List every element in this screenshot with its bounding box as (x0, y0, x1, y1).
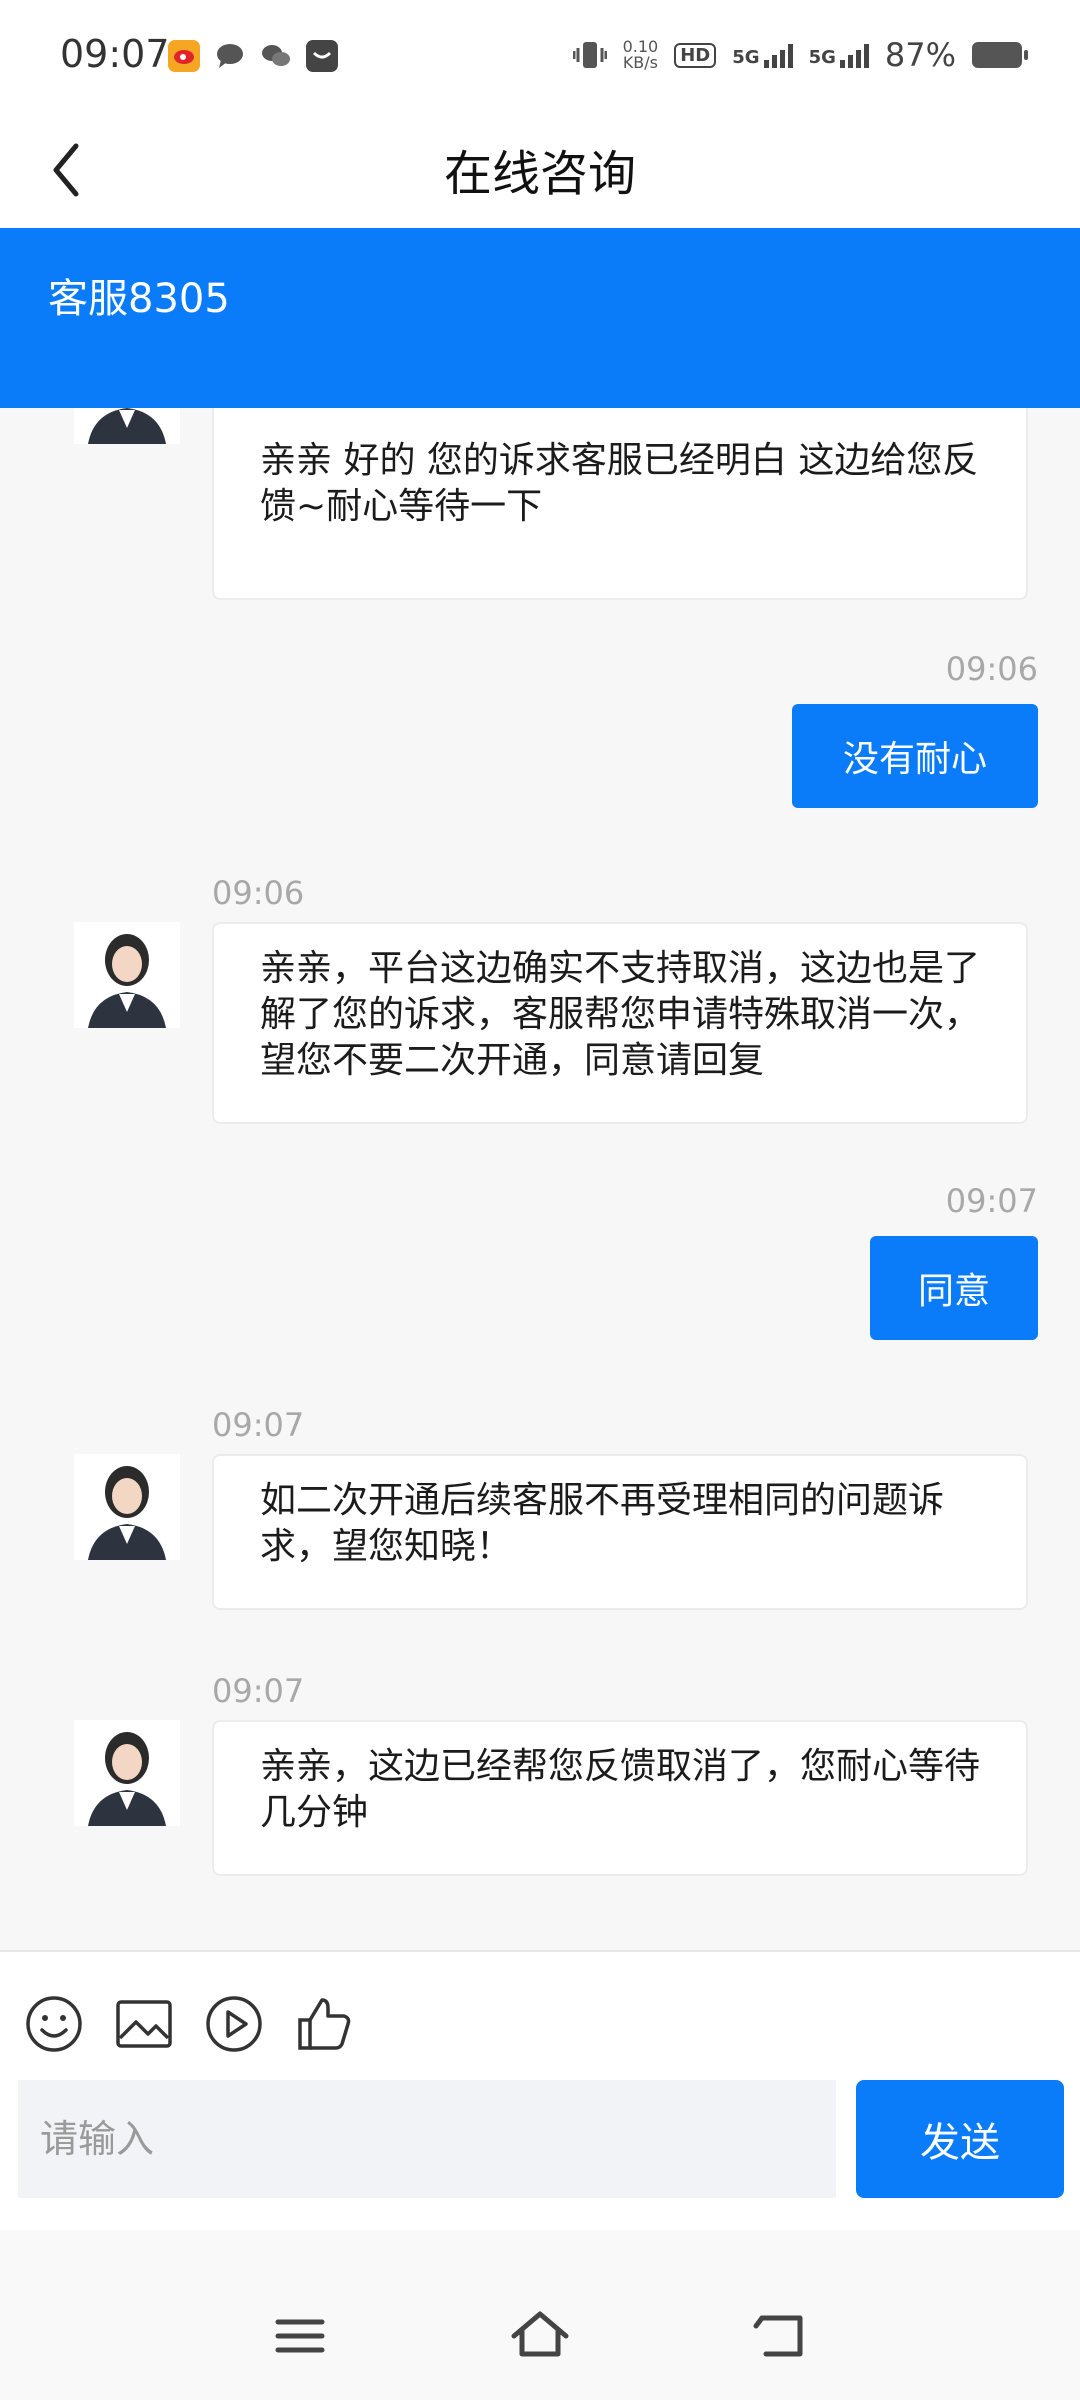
signal-sim2: 5G (809, 42, 869, 68)
message-input[interactable] (18, 2080, 836, 2198)
message-bubble-user: 同意 (870, 1236, 1038, 1340)
system-back-button[interactable] (752, 2306, 812, 2366)
message-time: 09:07 (212, 1406, 305, 1444)
home-button[interactable] (510, 2306, 570, 2366)
composer: 发送 (0, 1950, 1080, 2232)
image-button[interactable] (112, 1992, 176, 2056)
signal-bars-icon (763, 42, 793, 68)
weibo-icon (168, 40, 200, 72)
emoji-button[interactable] (22, 1992, 86, 2056)
agent-avatar (74, 408, 180, 444)
video-button[interactable] (202, 1992, 266, 2056)
net-speed: 0.10 KB/s (622, 37, 659, 72)
message-time: 09:07 (945, 1182, 1038, 1220)
vibrate-icon (572, 42, 607, 68)
status-time: 09:07 (60, 32, 170, 76)
back-icon (753, 2315, 803, 2357)
video-icon (206, 1996, 262, 2052)
signal-sim1: 5G (732, 42, 793, 68)
page-title: 在线咨询 (443, 146, 636, 202)
message-time: 09:06 (945, 650, 1038, 688)
message-text: 亲亲 好的 您的诉求客服已经明白 这边给您反馈~耐心等待一下 (260, 440, 979, 527)
agent-avatar (74, 1720, 180, 1826)
title-bar: 在线咨询 (0, 110, 1080, 228)
message-icon (214, 40, 246, 72)
app-notification-icon (306, 40, 338, 72)
agent-name: 客服8305 (48, 276, 230, 322)
image-icon (116, 2000, 172, 2048)
agent-banner: 客服8305 (0, 228, 1080, 408)
message-bubble-agent: 亲亲，平台这边确实不支持取消，这边也是了解了您的诉求，客服帮您申请特殊取消一次，… (212, 922, 1028, 1124)
message-bubble-agent: 亲亲 好的 您的诉求客服已经明白 这边给您反馈~耐心等待一下 (212, 408, 1028, 600)
message-bubble-agent: 亲亲，这边已经帮您反馈取消了，您耐心等待几分钟 (212, 1720, 1028, 1876)
message-bubble-user: 没有耐心 (792, 704, 1038, 808)
thumbs-up-button[interactable] (292, 1992, 356, 2056)
menu-button[interactable] (270, 2306, 330, 2366)
chat-list[interactable]: 亲亲 好的 您的诉求客服已经明白 这边给您反馈~耐心等待一下 09:06 没有耐… (0, 408, 1080, 1950)
agent-avatar (74, 922, 180, 1028)
system-nav-bar (0, 2230, 1080, 2400)
battery-percent: 87% (884, 36, 956, 74)
signal-bars-icon (839, 42, 869, 68)
menu-icon (275, 2319, 325, 2353)
send-button[interactable]: 发送 (856, 2080, 1064, 2198)
message-time: 09:07 (212, 1672, 305, 1710)
wechat-icon (260, 40, 292, 72)
notification-icons (168, 40, 338, 72)
battery-icon (972, 42, 1028, 68)
home-icon (511, 2311, 569, 2357)
message-time: 09:06 (212, 874, 305, 912)
hd-badge: HD (674, 42, 717, 68)
thumbs-up-icon (298, 1998, 351, 2050)
status-bar: 09:07 0.10 KB/s HD 5G 5G 87% (0, 0, 1080, 110)
status-right: 0.10 KB/s HD 5G 5G 87% (572, 36, 1028, 74)
agent-avatar (74, 1454, 180, 1560)
message-bubble-agent: 如二次开通后续客服不再受理相同的问题诉求，望您知晓！ (212, 1454, 1028, 1610)
emoji-icon (26, 1996, 82, 2052)
